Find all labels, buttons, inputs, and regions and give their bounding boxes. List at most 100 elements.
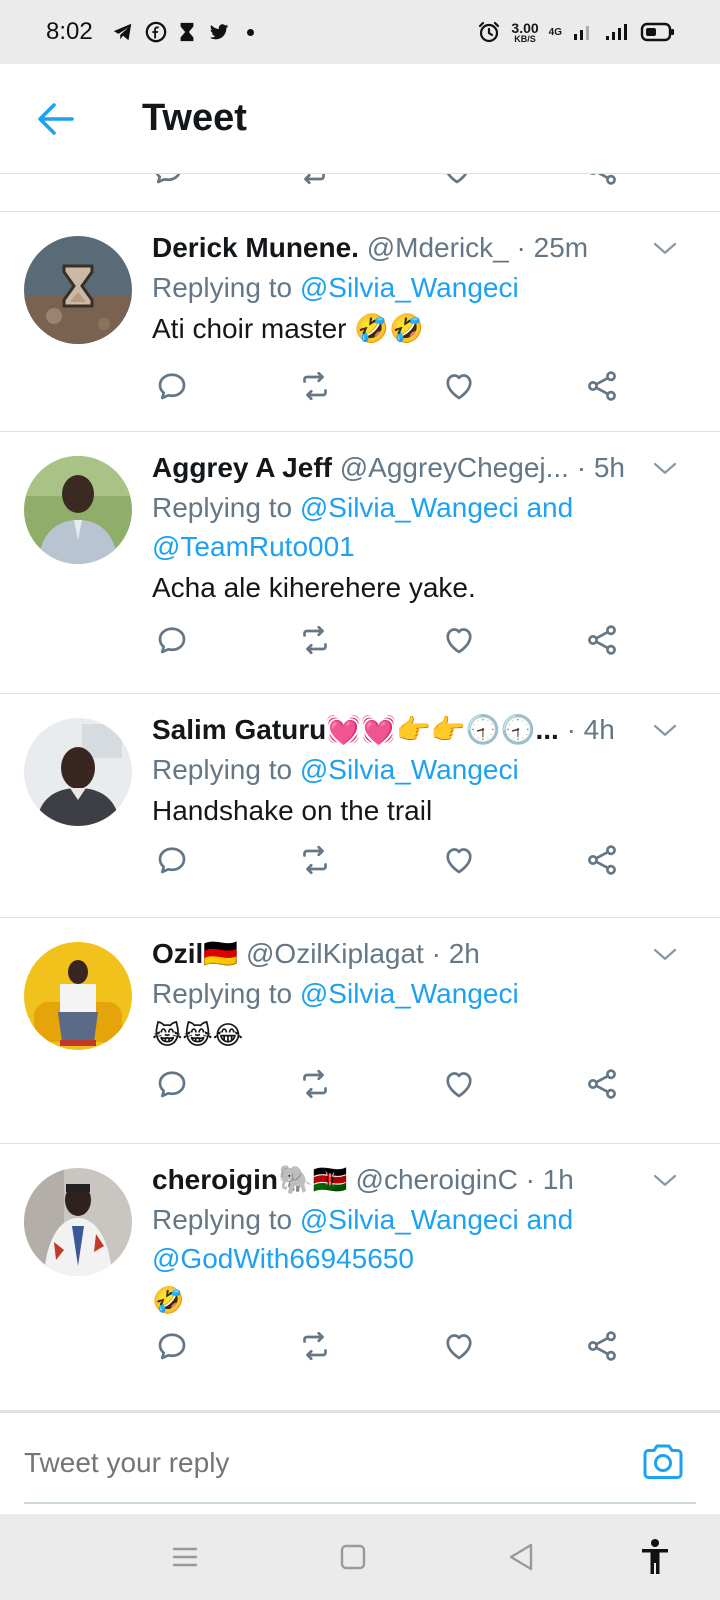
retweet-button[interactable] (295, 1326, 335, 1366)
tweet-item[interactable]: cheroigin🐘🇰🇪 @cheroiginC · 1h Replying t… (0, 1144, 720, 1410)
tweet-menu-button[interactable] (648, 232, 682, 266)
mention-link[interactable]: @Silvia_Wangeci and (300, 1204, 573, 1235)
tweet-text: 😹😹😂 (152, 1020, 244, 1050)
telegram-icon (113, 23, 131, 41)
author-handle[interactable]: @AggreyChegej... (340, 452, 569, 483)
reply-icon (154, 842, 190, 878)
reply-icon (154, 1328, 190, 1364)
tweet-menu-button[interactable] (648, 938, 682, 972)
author-name[interactable]: Aggrey A Jeff (152, 452, 332, 483)
share-icon (584, 1066, 620, 1102)
share-button[interactable] (582, 366, 622, 406)
tweet-item[interactable]: Ozil🇩🇪 @OzilKiplagat · 2h Replying to @S… (0, 918, 720, 1144)
notification-icons (111, 21, 254, 43)
like-button[interactable] (439, 840, 479, 880)
reply-underline (24, 1502, 696, 1504)
page-title: Tweet (142, 97, 247, 139)
avatar[interactable] (24, 1168, 132, 1276)
retweet-button[interactable] (295, 366, 335, 406)
share-button[interactable] (582, 840, 622, 880)
mention-link[interactable]: @Silvia_Wangeci and (300, 492, 573, 523)
reply-button[interactable] (152, 620, 192, 660)
retweet-button[interactable] (295, 840, 335, 880)
accessibility-button[interactable] (632, 1534, 678, 1580)
camera-button[interactable] (638, 1439, 688, 1485)
author-name[interactable]: cheroigin🐘🇰🇪 (152, 1164, 348, 1195)
mention-link[interactable]: @GodWith66945650 (152, 1239, 634, 1278)
like-button[interactable] (439, 1064, 479, 1104)
retweet-icon (297, 622, 333, 658)
mention-link[interactable]: @Silvia_Wangeci (300, 978, 519, 1009)
tweet-item[interactable]: Aggrey A Jeff @AggreyChegej... · 5h Repl… (0, 432, 720, 694)
avatar[interactable] (24, 456, 132, 564)
retweet-button[interactable] (295, 620, 335, 660)
tweet-text: Ati choir master 🤣🤣 (152, 313, 425, 344)
reply-input[interactable] (24, 1435, 604, 1491)
network-type: 4G (548, 26, 562, 38)
like-icon[interactable] (439, 174, 475, 188)
tweet-header: Tweet (0, 64, 720, 174)
tweet-author-line: Aggrey A Jeff @AggreyChegej... · 5h (152, 448, 634, 488)
mention-link[interactable]: @Silvia_Wangeci (300, 272, 519, 303)
like-button[interactable] (439, 620, 479, 660)
reply-icon (154, 622, 190, 658)
author-handle[interactable]: @Mderick_ (367, 232, 509, 263)
author-handle[interactable]: @OzilKiplagat (246, 938, 424, 969)
author-name[interactable]: Derick Munene. (152, 232, 359, 263)
tweet-menu-button[interactable] (648, 452, 682, 486)
back-button[interactable] (26, 89, 86, 149)
tweet-author-line: cheroigin🐘🇰🇪 @cheroiginC · 1h (152, 1160, 634, 1200)
like-button[interactable] (439, 366, 479, 406)
mention-link[interactable]: @TeamRuto001 (152, 527, 634, 566)
tweet-author-line: Ozil🇩🇪 @OzilKiplagat · 2h (152, 934, 634, 974)
retweet-button[interactable] (295, 1064, 335, 1104)
reply-button[interactable] (152, 1326, 192, 1366)
retweet-icon (297, 1066, 333, 1102)
share-button[interactable] (582, 1326, 622, 1366)
battery-icon (640, 22, 674, 42)
chevron-down-icon (650, 454, 680, 484)
reply-button[interactable] (152, 840, 192, 880)
author-name[interactable]: Salim Gaturu💓💓👉👉🕣🕣... (152, 714, 559, 745)
reply-icon[interactable] (150, 174, 186, 188)
system-nav-bar (0, 1514, 720, 1600)
mention-link[interactable]: @Silvia_Wangeci (300, 754, 519, 785)
reply-button[interactable] (152, 1064, 192, 1104)
menu-button[interactable] (162, 1534, 208, 1580)
menu-icon (172, 1547, 198, 1567)
reply-button[interactable] (152, 366, 192, 406)
avatar[interactable] (24, 718, 132, 826)
tweet-item[interactable]: Salim Gaturu💓💓👉👉🕣🕣... · 4h Replying to @… (0, 694, 720, 918)
author-name[interactable]: Ozil🇩🇪 (152, 938, 238, 969)
tweet-time: · 2h (431, 938, 480, 969)
replying-to: Replying to @Silvia_Wangeci and (152, 1204, 574, 1235)
chevron-down-icon (650, 1166, 680, 1196)
like-icon (441, 842, 477, 878)
share-button[interactable] (582, 620, 622, 660)
back-arrow-icon (38, 102, 74, 135)
share-icon[interactable] (584, 174, 620, 188)
home-square-icon (340, 1544, 366, 1570)
replying-to: Replying to @Silvia_Wangeci and (152, 492, 574, 523)
chevron-down-icon (650, 940, 680, 970)
reply-icon (154, 368, 190, 404)
author-handle[interactable]: @cheroiginC (356, 1164, 518, 1195)
share-icon (584, 842, 620, 878)
avatar[interactable] (24, 942, 132, 1050)
replying-to: Replying to @Silvia_Wangeci (152, 978, 519, 1009)
replying-to: Replying to @Silvia_Wangeci (152, 272, 519, 303)
retweet-icon[interactable] (295, 174, 331, 188)
network-speed: 3.00 KB/S (511, 19, 539, 44)
share-button[interactable] (582, 1064, 622, 1104)
avatar[interactable] (24, 236, 132, 344)
tweet-menu-button[interactable] (648, 714, 682, 748)
tweet-text: Handshake on the trail (152, 795, 433, 826)
chevron-down-icon (650, 234, 680, 264)
like-button[interactable] (439, 1326, 479, 1366)
tweet-author-line: Salim Gaturu💓💓👉👉🕣🕣... · 4h (152, 710, 634, 750)
tweet-menu-button[interactable] (648, 1164, 682, 1198)
facebook-icon (145, 21, 167, 43)
home-button[interactable] (330, 1534, 376, 1580)
nav-back-button[interactable] (498, 1534, 544, 1580)
tweet-item[interactable]: Derick Munene. @Mderick_ · 25m Replying … (0, 212, 720, 432)
